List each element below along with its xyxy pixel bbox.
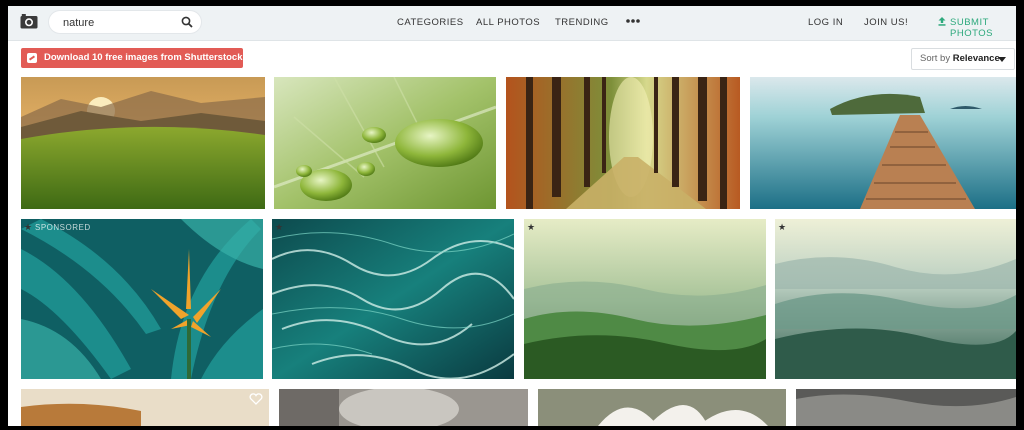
search-icon[interactable] bbox=[181, 16, 193, 28]
camera-logo-icon[interactable] bbox=[20, 14, 38, 29]
photo-tropical-leaves[interactable]: ★ SPONSORED bbox=[21, 219, 263, 379]
photo-autumn-forest[interactable] bbox=[506, 77, 740, 209]
search-input[interactable] bbox=[61, 14, 175, 32]
heart-icon[interactable] bbox=[249, 393, 263, 405]
nav-categories[interactable]: CATEGORIES bbox=[397, 17, 464, 28]
sort-label: Sort by Relevance bbox=[920, 53, 1000, 64]
chevron-down-icon bbox=[998, 57, 1006, 62]
photo-misty-green-hills[interactable]: ★ bbox=[524, 219, 766, 379]
featured-star-icon: ★ bbox=[778, 222, 787, 232]
photo-foggy-valley[interactable]: ★ bbox=[775, 219, 1016, 379]
more-dots-icon[interactable] bbox=[626, 18, 640, 24]
photo-dry-grass[interactable] bbox=[21, 389, 269, 426]
sort-dropdown[interactable]: Sort by Relevance bbox=[911, 48, 1015, 70]
photo-leaf-water-drops[interactable] bbox=[274, 77, 496, 209]
nav-trending[interactable]: TRENDING bbox=[555, 17, 609, 28]
shutterstock-icon bbox=[27, 53, 37, 63]
browser-page: CATEGORIES ALL PHOTOS TRENDING LOG IN JO… bbox=[8, 6, 1016, 426]
photo-gray-bark[interactable] bbox=[279, 389, 528, 426]
photo-island-pier[interactable] bbox=[750, 77, 1016, 209]
photo-dark-forest[interactable] bbox=[796, 389, 1016, 426]
shutterstock-promo-button[interactable]: Download 10 free images from Shutterstoc… bbox=[21, 48, 243, 83]
featured-star-icon: ★ bbox=[24, 222, 33, 232]
submit-photos-link[interactable]: SUBMIT PHOTOS bbox=[950, 17, 1016, 39]
photo-white-flower[interactable] bbox=[538, 389, 786, 426]
photo-turquoise-waves[interactable]: ★ bbox=[272, 219, 514, 379]
login-link[interactable]: LOG IN bbox=[808, 17, 843, 28]
featured-star-icon: ★ bbox=[275, 222, 284, 232]
photo-mountain-sunrise[interactable] bbox=[21, 77, 265, 209]
search-box[interactable] bbox=[49, 11, 201, 33]
top-navigation-bar: CATEGORIES ALL PHOTOS TRENDING LOG IN JO… bbox=[8, 6, 1016, 41]
join-link[interactable]: JOIN US! bbox=[864, 17, 908, 28]
nav-all-photos[interactable]: ALL PHOTOS bbox=[476, 17, 540, 28]
featured-star-icon: ★ bbox=[527, 222, 536, 232]
sponsored-label: SPONSORED bbox=[35, 223, 91, 232]
upload-icon[interactable] bbox=[938, 17, 946, 26]
